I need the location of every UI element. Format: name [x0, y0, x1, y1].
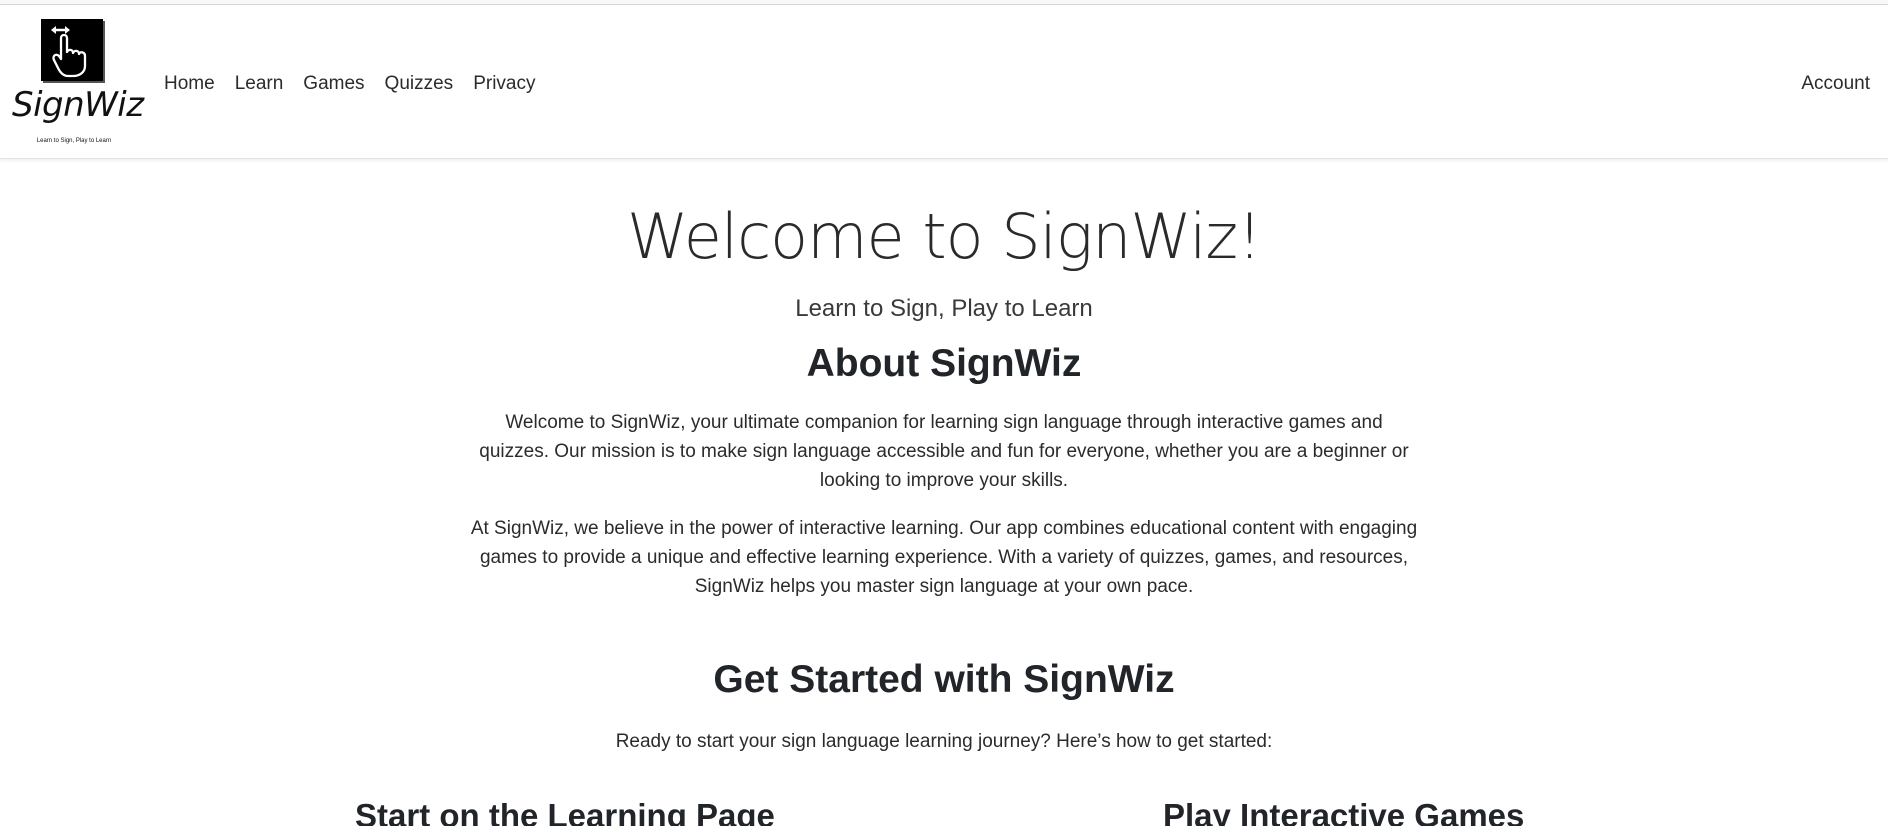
nav-links: Home Learn Games Quizzes Privacy [154, 69, 545, 99]
nav-games-link[interactable]: Games [293, 69, 374, 99]
main-content: Welcome to SignWiz! Learn to Sign, Play … [0, 159, 1888, 826]
about-paragraph-2: At SignWiz, we believe in the power of i… [470, 518, 1418, 597]
page-title: Welcome to SignWiz! [627, 200, 1262, 273]
page-subtitle: Learn to Sign, Play to Learn [795, 295, 1093, 322]
nav-privacy-link[interactable]: Privacy [463, 69, 545, 99]
navbar: SignWiz Learn to Sign, Play to Learn Hom… [0, 5, 1888, 159]
get-started-columns: Start on the Learning Page Play Interact… [0, 775, 1888, 826]
nav-quizzes-link[interactable]: Quizzes [375, 69, 464, 99]
get-started-intro: Ready to start your sign language learni… [615, 731, 1273, 752]
brand-tagline: Learn to Sign, Play to Learn [36, 138, 112, 144]
brand-logo-link[interactable]: SignWiz Learn to Sign, Play to Learn [12, 19, 144, 149]
nav-learn-link[interactable]: Learn [225, 69, 294, 99]
brand-name: SignWiz [12, 85, 144, 125]
about-paragraph-1: Welcome to SignWiz, your ultimate compan… [479, 412, 1409, 491]
account-link[interactable]: Account [1801, 69, 1870, 99]
hand-pointer-swipe-icon [41, 19, 103, 81]
interactive-games-heading: Play Interactive Games [1163, 797, 1525, 826]
learning-page-heading: Start on the Learning Page [355, 797, 775, 826]
about-heading: About SignWiz [806, 342, 1082, 385]
nav-home-link[interactable]: Home [154, 69, 225, 99]
get-started-heading: Get Started with SignWiz [713, 658, 1175, 701]
